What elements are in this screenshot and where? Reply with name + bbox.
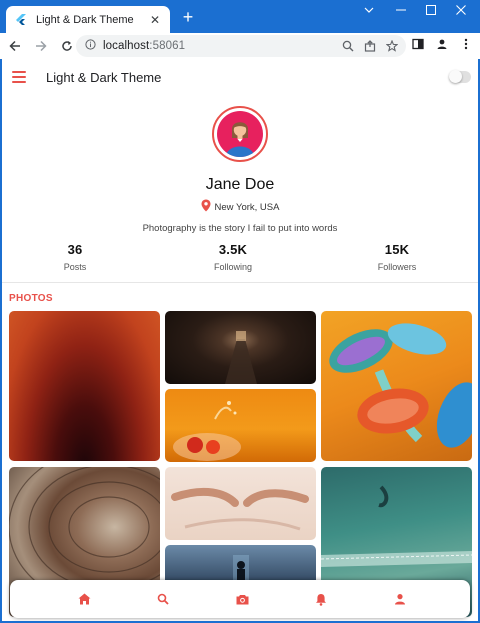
browser-menu-icon[interactable] <box>458 36 474 52</box>
tab-search-chevron-icon[interactable] <box>352 0 386 20</box>
stat-label: Posts <box>63 262 87 272</box>
app-title: Light & Dark Theme <box>46 70 162 85</box>
window-frame-left <box>0 59 2 623</box>
photo-fruit-splash[interactable] <box>165 389 316 462</box>
profile-icon[interactable] <box>434 36 450 52</box>
stat-label: Followers <box>377 262 417 272</box>
photo-hands-fabric[interactable] <box>165 467 316 540</box>
menu-icon[interactable] <box>12 71 26 83</box>
bell-icon[interactable] <box>313 591 329 607</box>
forward-arrow-icon[interactable] <box>30 35 52 57</box>
search-icon[interactable] <box>155 591 171 607</box>
profile-name: Jane Doe <box>205 176 275 193</box>
stat-value: 36 <box>67 242 83 257</box>
close-window-icon[interactable] <box>444 0 478 20</box>
minimize-icon[interactable] <box>384 0 418 20</box>
stat-posts[interactable]: 36 Posts <box>20 242 130 272</box>
app-viewport: Light & Dark Theme Jane Doe New York, US… <box>2 59 478 621</box>
new-tab-button[interactable]: + <box>179 8 197 26</box>
location-text: New York, USA <box>214 201 280 213</box>
bio: Photography is the story I fail to put i… <box>142 223 338 234</box>
location-pin-icon <box>201 199 211 215</box>
side-panel-icon[interactable] <box>410 36 426 52</box>
photo-colorful-mushrooms[interactable] <box>321 311 472 461</box>
stat-label: Following <box>213 262 253 272</box>
bookmark-star-icon[interactable] <box>384 38 400 54</box>
share-icon[interactable] <box>362 38 378 54</box>
browser-toolbar: localhost:58061 <box>0 33 480 59</box>
stat-value: 3.5K <box>218 242 248 257</box>
flutter-favicon-icon <box>14 13 28 27</box>
location: New York, USA <box>2 199 478 215</box>
stats-row: 36 Posts 3.5K Following 15K Followers <box>2 242 478 278</box>
photos-section-title: PHOTOS <box>9 293 53 304</box>
avatar[interactable] <box>212 106 268 162</box>
address-bar[interactable]: localhost:58061 <box>76 35 406 57</box>
divider <box>2 282 478 283</box>
photo-sunset-orange[interactable] <box>9 311 160 461</box>
url-text[interactable]: localhost:58061 <box>103 40 185 52</box>
back-arrow-icon[interactable] <box>4 35 26 57</box>
stat-following[interactable]: 3.5K Following <box>178 242 288 272</box>
maximize-icon[interactable] <box>414 0 448 20</box>
person-icon[interactable] <box>392 591 408 607</box>
theme-toggle[interactable] <box>449 70 471 83</box>
photo-dark-tunnel[interactable] <box>165 311 316 384</box>
browser-titlebar: Light & Dark Theme ✕ + <box>0 0 480 33</box>
stat-value: 15K <box>384 242 410 257</box>
url-host: localhost <box>103 40 150 52</box>
browser-tab[interactable]: Light & Dark Theme ✕ <box>6 6 170 33</box>
toggle-knob <box>449 70 462 83</box>
site-info-icon[interactable] <box>85 37 96 55</box>
home-icon[interactable] <box>76 591 92 607</box>
bottom-navigation <box>10 580 470 618</box>
tab-title: Light & Dark Theme <box>36 13 134 26</box>
url-port: :58061 <box>149 40 186 52</box>
tab-close-icon[interactable]: ✕ <box>148 13 162 27</box>
reload-icon[interactable] <box>56 35 78 57</box>
avatar-person-icon <box>217 111 263 157</box>
zoom-icon[interactable] <box>340 38 356 54</box>
app-bar: Light & Dark Theme <box>2 59 478 97</box>
stat-followers[interactable]: 15K Followers <box>342 242 452 272</box>
camera-icon[interactable] <box>234 591 250 607</box>
